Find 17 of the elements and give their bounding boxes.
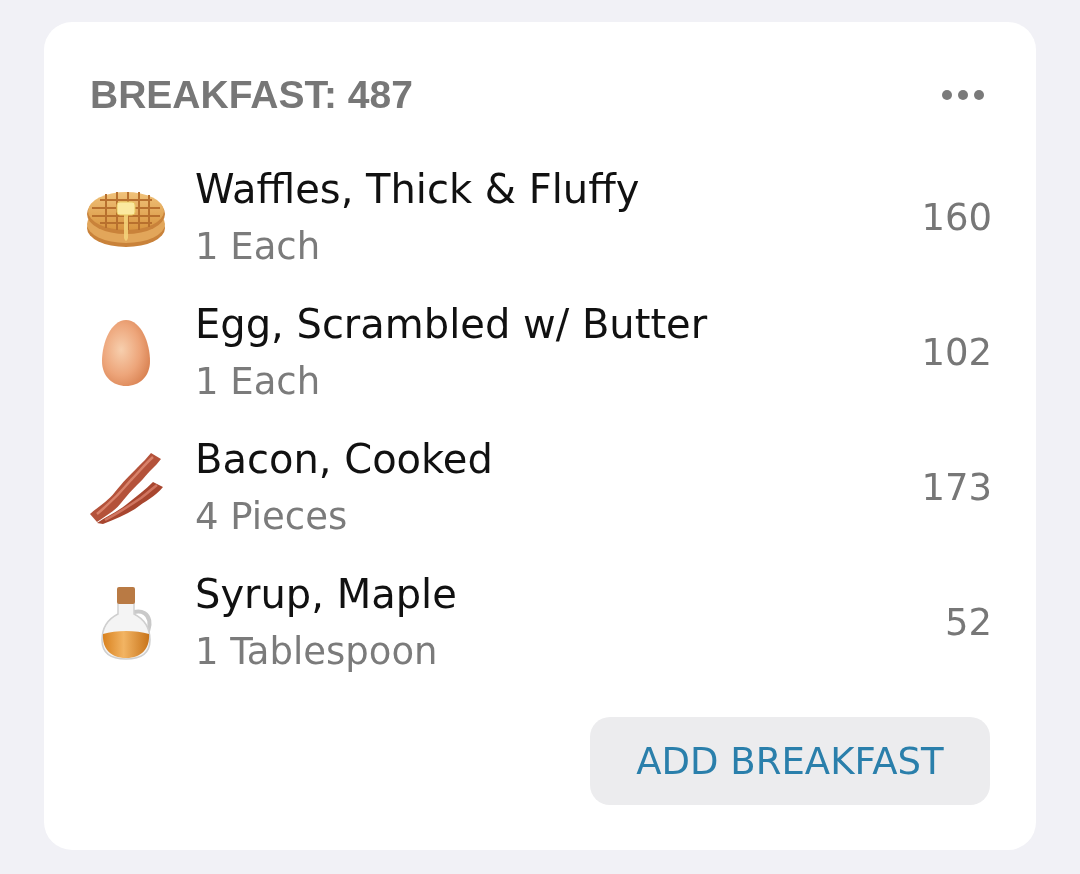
- meal-title: BREAKFAST: 487: [90, 74, 413, 116]
- serving-size: 1 Each: [195, 358, 321, 405]
- serving-size: 4 Pieces: [195, 493, 348, 540]
- calorie-count: 102: [921, 331, 992, 374]
- food-name: Waffles, Thick & Fluffy: [195, 164, 640, 214]
- bacon-icon: [87, 451, 165, 524]
- food-name: Egg, Scrambled w/ Butter: [195, 299, 708, 349]
- serving-size: 1 Each: [195, 223, 321, 270]
- serving-size: 1 Tablespoon: [195, 628, 438, 675]
- calorie-count: 52: [944, 601, 992, 644]
- food-name: Syrup, Maple: [195, 569, 457, 619]
- add-breakfast-button[interactable]: ADD BREAKFAST: [590, 717, 990, 805]
- egg-icon: [101, 318, 151, 387]
- more-options-icon[interactable]: [942, 90, 984, 100]
- calorie-count: 173: [921, 466, 992, 509]
- food-name: Bacon, Cooked: [195, 434, 493, 484]
- calorie-count: 160: [921, 196, 992, 239]
